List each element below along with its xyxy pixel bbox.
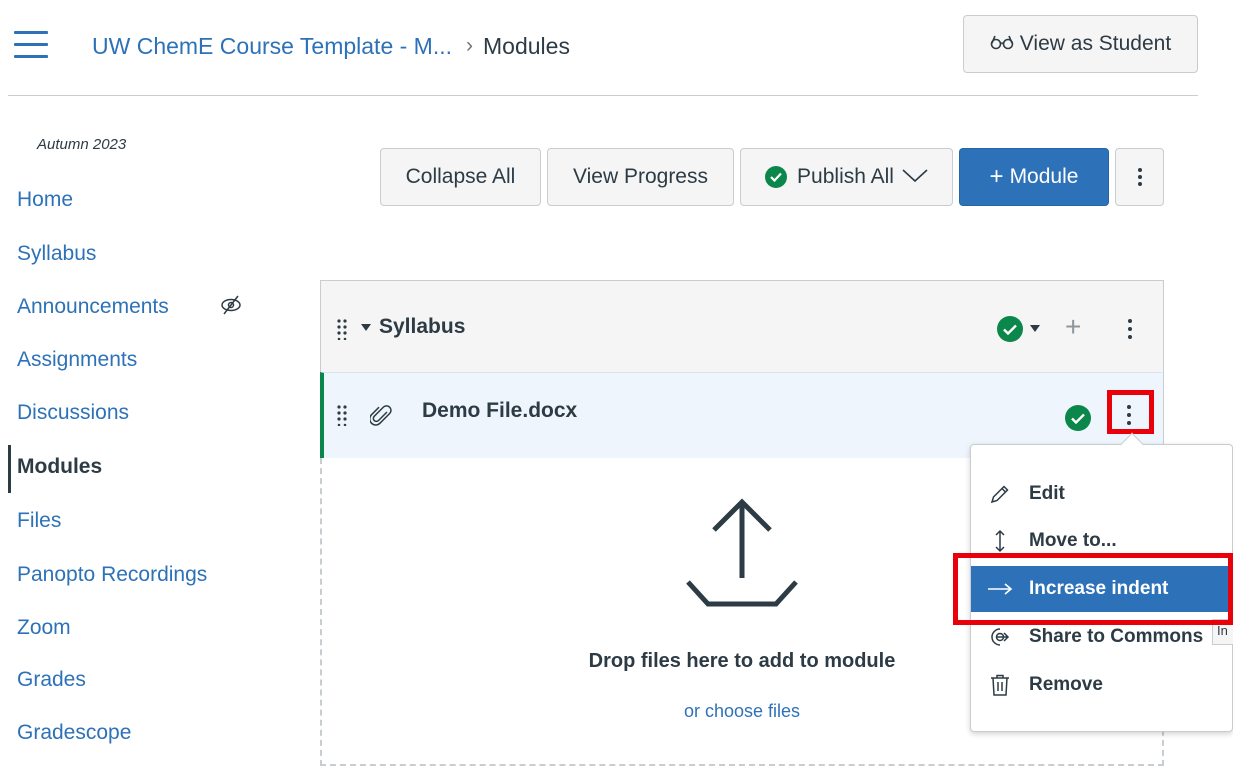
publish-all-button[interactable]: Publish All xyxy=(740,148,953,206)
module-title: Syllabus xyxy=(379,315,466,338)
menu-item-increase-indent[interactable]: Increase indent xyxy=(971,566,1233,612)
menu-item-remove[interactable]: Remove xyxy=(971,662,1233,708)
kebab-icon xyxy=(1128,161,1152,193)
item-kebab-icon[interactable] xyxy=(1117,399,1141,431)
module-header: Syllabus + xyxy=(320,280,1164,372)
item-context-menu: Edit Move to... Increase indent Share to… xyxy=(970,444,1233,732)
arrow-right-icon xyxy=(971,582,1029,596)
sidebar-item-syllabus[interactable]: Syllabus xyxy=(17,242,96,266)
paperclip-icon xyxy=(369,403,392,432)
header-divider xyxy=(8,95,1198,96)
sidebar-item-assignments[interactable]: Assignments xyxy=(17,348,137,372)
tooltip-fragment: In xyxy=(1212,619,1233,645)
more-options-button[interactable] xyxy=(1115,148,1164,206)
add-module-button[interactable]: + Module xyxy=(959,148,1109,206)
pencil-icon xyxy=(971,483,1029,505)
share-icon xyxy=(971,626,1029,648)
collapse-all-button[interactable]: Collapse All xyxy=(380,148,541,206)
add-item-plus-icon[interactable]: + xyxy=(1065,311,1081,343)
sidebar-item-panopto-recordings[interactable]: Panopto Recordings xyxy=(17,563,207,587)
menu-item-share-to-commons[interactable]: Share to Commons xyxy=(971,614,1233,660)
module-kebab-icon[interactable] xyxy=(1118,313,1142,345)
breadcrumb-course-link[interactable]: UW ChemE Course Template - M... xyxy=(92,33,452,60)
plus-icon: + xyxy=(989,163,1004,190)
module-item-title[interactable]: Demo File.docx xyxy=(422,399,577,423)
publish-all-label: Publish All xyxy=(797,165,894,188)
sidebar-item-modules[interactable]: Modules xyxy=(17,455,102,479)
menu-item-move-to[interactable]: Move to... xyxy=(971,518,1233,564)
menu-item-edit[interactable]: Edit xyxy=(971,471,1233,517)
page-title: Modules xyxy=(483,32,570,59)
active-nav-indicator xyxy=(8,445,11,493)
publish-options-caret-icon[interactable] xyxy=(1030,325,1040,332)
hamburger-menu-icon[interactable] xyxy=(14,31,48,59)
sidebar-item-grades[interactable]: Grades xyxy=(17,668,86,692)
sidebar-item-zoom[interactable]: Zoom xyxy=(17,616,71,640)
module-published-check-icon[interactable] xyxy=(997,316,1023,342)
trash-icon xyxy=(971,674,1029,696)
view-as-student-button[interactable]: View as Student xyxy=(963,15,1198,73)
menu-item-remove-label: Remove xyxy=(1029,674,1103,695)
sidebar-item-home[interactable]: Home xyxy=(17,188,73,212)
item-published-check-icon[interactable] xyxy=(1065,405,1091,431)
breadcrumb: UW ChemE Course Template - M... › Module… xyxy=(92,30,570,62)
move-arrows-icon xyxy=(971,529,1029,553)
sidebar-item-discussions[interactable]: Discussions xyxy=(17,401,129,425)
menu-item-share-to-commons-label: Share to Commons xyxy=(1029,626,1204,647)
upload-arrow-icon xyxy=(682,494,802,619)
glasses-icon xyxy=(990,33,1014,56)
add-module-label: Module xyxy=(1009,165,1079,188)
sidebar-item-gradescope[interactable]: Gradescope xyxy=(17,721,131,745)
drag-handle-icon[interactable] xyxy=(336,318,348,341)
published-check-icon xyxy=(765,166,788,188)
sidebar-item-files[interactable]: Files xyxy=(17,509,61,533)
eye-off-icon xyxy=(219,294,243,316)
menu-item-move-to-label: Move to... xyxy=(1029,530,1117,551)
view-progress-button[interactable]: View Progress xyxy=(547,148,734,206)
collapse-caret-icon[interactable] xyxy=(361,324,371,331)
term-label: Autumn 2023 xyxy=(37,136,127,153)
view-as-student-label: View as Student xyxy=(1019,32,1172,55)
breadcrumb-separator: › xyxy=(466,34,474,57)
menu-item-increase-indent-label: Increase indent xyxy=(1029,578,1169,599)
menu-item-edit-label: Edit xyxy=(1029,483,1065,504)
item-drag-handle-icon[interactable] xyxy=(336,404,348,427)
sidebar-item-announcements[interactable]: Announcements xyxy=(17,295,169,319)
chevron-down-icon xyxy=(902,165,928,189)
